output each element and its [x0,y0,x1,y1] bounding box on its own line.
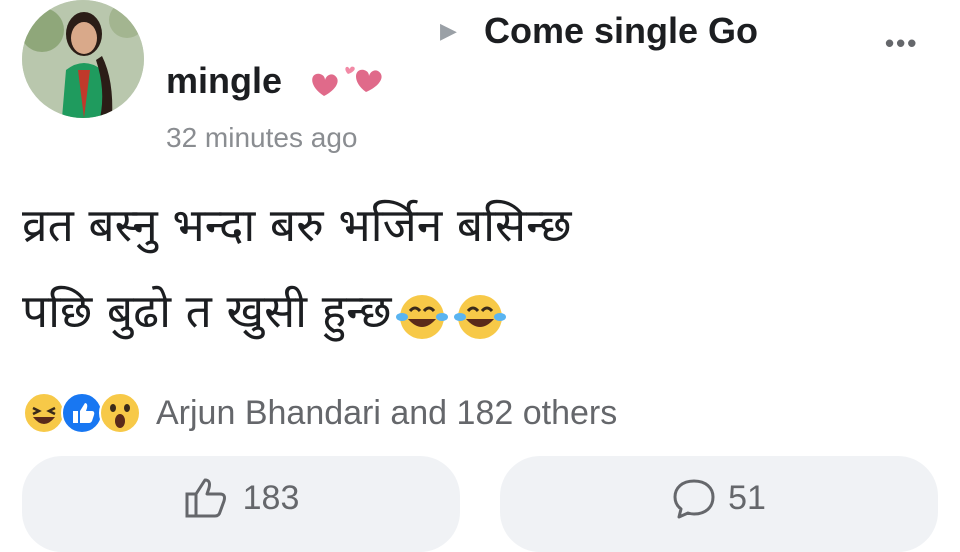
more-options-icon[interactable]: ••• [885,28,918,59]
post-text-line-1: व्रत बस्नु भन्दा बरु भर्जिन बसिन्छ [22,198,572,252]
post-body: व्रत बस्नु भन्दा बरु भर्जिन बसिन्छ पछि ब… [22,182,922,354]
post-text-line-2: पछि बुढो त खुसी हुन्छ [22,268,922,354]
like-button[interactable]: 183 [22,456,460,552]
reactions-text[interactable]: Arjun Bhandari and 182 others [156,394,617,433]
two-hearts-icon [312,66,382,96]
comment-button[interactable]: 51 [500,456,938,552]
thumbs-up-icon [185,478,226,518]
avatar[interactable] [22,0,144,118]
group-name-continued[interactable]: mingle [166,60,282,102]
wow-react-icon [99,392,141,434]
reactions-summary[interactable]: Arjun Bhandari and 182 others [22,388,617,438]
comment-count: 51 [728,478,766,517]
post-text-line-2-text: पछि बुढो त खुसी हुन्छ [22,284,392,338]
tears-of-joy-emoji-icon [453,294,506,339]
group-name[interactable]: Come single Go [484,10,758,52]
post-timestamp[interactable]: 32 minutes ago [166,122,357,154]
like-count: 183 [242,478,300,517]
comment-icon [673,479,715,519]
tears-of-joy-emoji-icon [395,294,448,339]
arrow-right-icon: ▶ [440,18,457,43]
